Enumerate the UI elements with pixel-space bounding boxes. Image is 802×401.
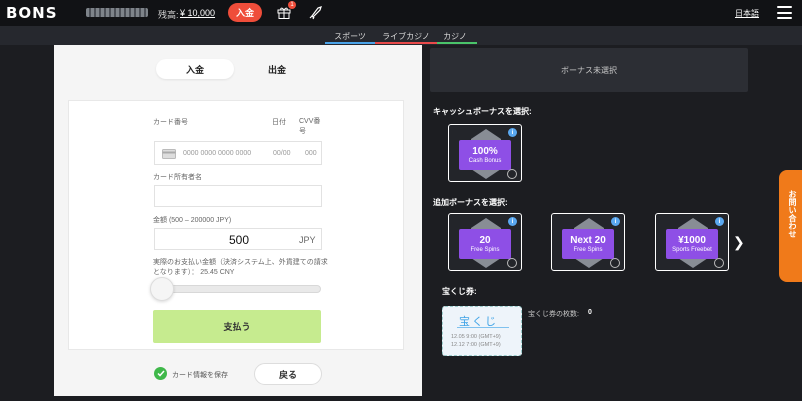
bonus-card-next-free-spins[interactable]: Next 20 Free Spins i xyxy=(551,213,625,271)
contact-tab[interactable]: お問い合わせ xyxy=(779,170,802,282)
top-bar: BONS 残高: ¥ 10,000 入金 1 日本語 xyxy=(0,0,802,26)
ticket-count-label: 宝くじ券の枚数: xyxy=(528,311,579,318)
bonus-type: Free Spins xyxy=(573,246,603,253)
credit-card-icon xyxy=(162,149,176,159)
category-casino-underline xyxy=(437,42,477,44)
ticket-count-value: 0 xyxy=(588,309,592,316)
amount-label: 金額 (500 – 200000 JPY) xyxy=(153,217,232,224)
bonus-value: 20 xyxy=(479,234,491,246)
balance-label: 残高: xyxy=(158,10,179,20)
card-holder-input[interactable] xyxy=(154,185,322,207)
bonus-chip: ¥1000 Sports Freebet xyxy=(666,229,718,259)
card-number-field[interactable]: 0000 0000 0000 0000 00/00 000 xyxy=(154,141,322,165)
header-deposit-button[interactable]: 入金 xyxy=(228,3,262,22)
bonus-chip: Next 20 Free Spins xyxy=(562,229,614,259)
username-blurred xyxy=(86,8,148,17)
card-number-label: カード番号 xyxy=(153,119,188,126)
payment-panel: 入金 出金 カード番号 日付 CVV番号 0000 0000 0000 0000… xyxy=(54,45,422,396)
back-button[interactable]: 戻る xyxy=(254,363,322,385)
lottery-ticket[interactable]: 宝くじ 12.05 9:00 (GMT+9) 12.12 7:00 (GMT+9… xyxy=(442,306,522,356)
tab-deposit[interactable]: 入金 xyxy=(156,59,234,79)
date-label: 日付 xyxy=(272,119,286,126)
category-casino[interactable]: カジノ xyxy=(440,31,470,42)
bonus-card-sports-freebet[interactable]: ¥1000 Sports Freebet i xyxy=(655,213,729,271)
contact-label: お問い合わせ xyxy=(788,190,797,238)
payment-tabs: 入金 出金 xyxy=(156,59,316,79)
tab-withdraw[interactable]: 出金 xyxy=(238,59,316,79)
bonus-type: Sports Freebet xyxy=(672,246,712,253)
category-live-casino-underline xyxy=(375,42,437,44)
balance-value[interactable]: ¥ 10,000 xyxy=(180,8,215,18)
bonus-type: Free Spins xyxy=(470,246,500,253)
ticket-date-start: 12.05 9:00 (GMT+9) xyxy=(451,334,501,340)
bonus-chip: 20 Free Spins xyxy=(459,229,511,259)
bonus-chip: 100% Cash Bonus xyxy=(459,140,511,170)
ticket-underline xyxy=(457,327,509,328)
no-bonus-selected: ボーナス未選択 xyxy=(430,48,748,92)
info-icon[interactable]: i xyxy=(715,217,724,226)
cvv-label: CVV番号 xyxy=(299,118,321,135)
language-selector[interactable]: 日本語 xyxy=(735,8,759,19)
amount-input[interactable]: 500 xyxy=(229,233,249,247)
info-icon[interactable]: i xyxy=(611,217,620,226)
extra-bonus-heading: 追加ボーナスを選択: xyxy=(433,198,508,207)
bonus-card-free-spins[interactable]: 20 Free Spins i xyxy=(448,213,522,271)
pay-button[interactable]: 支払う xyxy=(153,310,321,343)
cvv-input[interactable]: 000 xyxy=(305,150,317,157)
save-card-checkbox[interactable] xyxy=(154,367,167,380)
bonus-radio[interactable] xyxy=(714,258,724,268)
actual-amount-line-1: 実際のお支払い金額（決済システム上、外貨建ての請求 xyxy=(153,259,328,266)
category-sports[interactable]: スポーツ xyxy=(330,31,370,42)
checkmark-icon xyxy=(156,370,165,377)
date-input[interactable]: 00/00 xyxy=(273,150,291,157)
card-number-input[interactable]: 0000 0000 0000 0000 xyxy=(183,150,251,157)
bonus-value: Next 20 xyxy=(570,234,606,246)
amount-slider-track[interactable] xyxy=(153,285,321,293)
gift-badge: 1 xyxy=(288,1,296,9)
info-icon[interactable]: i xyxy=(508,217,517,226)
bonus-type: Cash Bonus xyxy=(468,157,502,164)
lottery-heading: 宝くじ券: xyxy=(442,287,477,296)
card-holder-label: カード所有者名 xyxy=(153,174,202,181)
category-bar: スポーツ ライブカジノ カジノ xyxy=(0,26,802,45)
bonus-radio[interactable] xyxy=(507,258,517,268)
rocket-icon[interactable] xyxy=(309,5,323,20)
category-sports-underline xyxy=(325,42,375,44)
chevron-right-icon[interactable]: ❯ xyxy=(733,234,745,251)
actual-amount-line-2: となります）： 25.45 CNY xyxy=(153,269,235,276)
bonus-value: ¥1000 xyxy=(678,234,706,246)
bonus-radio[interactable] xyxy=(610,258,620,268)
save-card-label: カード情報を保存 xyxy=(172,372,228,379)
amount-slider-handle[interactable] xyxy=(150,277,174,301)
amount-field[interactable]: 500 JPY xyxy=(154,228,322,250)
category-live-casino[interactable]: ライブカジノ xyxy=(378,31,434,42)
bonus-card-cash[interactable]: 100% Cash Bonus i xyxy=(448,124,522,182)
logo[interactable]: BONS xyxy=(6,4,58,22)
info-icon[interactable]: i xyxy=(508,128,517,137)
hamburger-menu-icon[interactable] xyxy=(777,6,792,19)
bonus-radio[interactable] xyxy=(507,169,517,179)
currency-label: JPY xyxy=(299,235,316,245)
bonus-value: 100% xyxy=(472,145,498,157)
cash-bonus-heading: キャッシュボーナスを選択: xyxy=(433,107,532,116)
ticket-date-end: 12.12 7:00 (GMT+9) xyxy=(451,342,501,348)
